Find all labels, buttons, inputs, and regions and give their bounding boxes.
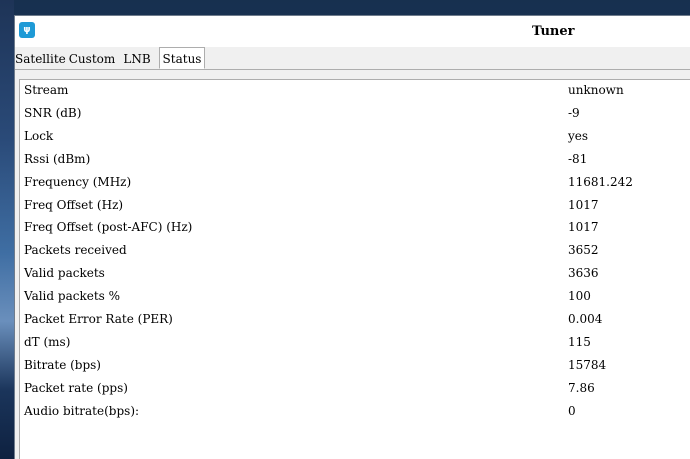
status-value: 15784 <box>568 358 607 372</box>
status-label: Packets received <box>24 243 127 257</box>
status-value: 7.86 <box>568 381 595 395</box>
tab-custom[interactable]: Custom <box>68 49 116 69</box>
tuner-window: ψ Tuner Satellite Custom LNB Status Stre… <box>14 15 690 459</box>
tab-satellite[interactable]: Satellite <box>15 49 66 69</box>
status-value: 3652 <box>568 243 599 257</box>
status-label: Lock <box>24 129 54 143</box>
status-label: Freq Offset (Hz) <box>24 198 124 212</box>
status-label: Rssi (dBm) <box>24 152 91 166</box>
status-row-packet-rate: Packet rate (pps) 7.86 <box>20 378 690 401</box>
status-label: Stream <box>24 83 69 97</box>
desktop-background <box>0 0 14 459</box>
status-row-freq-offset-post-afc: Freq Offset (post-AFC) (Hz) 1017 <box>20 217 690 240</box>
status-label: Freq Offset (post-AFC) (Hz) <box>24 220 193 234</box>
status-row-frequency: Frequency (MHz) 11681.242 <box>20 172 690 195</box>
window-title: Tuner <box>532 24 575 39</box>
status-value: unknown <box>568 83 624 97</box>
status-row-snr: SNR (dB) -9 <box>20 103 690 126</box>
status-label: dT (ms) <box>24 335 71 349</box>
status-label: Packet Error Rate (PER) <box>24 312 173 326</box>
tuner-app-icon: ψ <box>19 22 35 38</box>
status-label: Bitrate (bps) <box>24 358 101 372</box>
status-value: 1017 <box>568 198 599 212</box>
tab-lnb[interactable]: LNB <box>119 49 155 69</box>
status-label: Valid packets <box>24 266 105 280</box>
status-row-valid-packets: Valid packets 3636 <box>20 263 690 286</box>
status-value: 3636 <box>568 266 599 280</box>
status-value: -9 <box>568 106 580 120</box>
status-row-freq-offset: Freq Offset (Hz) 1017 <box>20 195 690 218</box>
status-label: Valid packets % <box>24 289 121 303</box>
status-label: Audio bitrate(bps): <box>24 404 140 418</box>
status-value: 0 <box>568 404 576 418</box>
status-row-lock: Lock yes <box>20 126 690 149</box>
status-row-bitrate: Bitrate (bps) 15784 <box>20 355 690 378</box>
status-label: Packet rate (pps) <box>24 381 128 395</box>
status-row-per: Packet Error Rate (PER) 0.004 <box>20 309 690 332</box>
status-value: 11681.242 <box>568 175 633 189</box>
status-row-audio-bitrate: Audio bitrate(bps): 0 <box>20 401 690 424</box>
status-row-valid-packets-percent: Valid packets % 100 <box>20 286 690 309</box>
tab-status[interactable]: Status <box>159 47 205 69</box>
status-value: 115 <box>568 335 591 349</box>
status-row-packets-received: Packets received 3652 <box>20 240 690 263</box>
tab-bar: Satellite Custom LNB Status <box>15 47 690 70</box>
status-label: SNR (dB) <box>24 106 82 120</box>
status-row-rssi: Rssi (dBm) -81 <box>20 149 690 172</box>
title-bar[interactable]: ψ Tuner <box>15 16 690 47</box>
status-value: 0.004 <box>568 312 603 326</box>
status-value: 100 <box>568 289 591 303</box>
status-row-dt: dT (ms) 115 <box>20 332 690 355</box>
status-row-stream: Stream unknown <box>20 80 690 103</box>
status-value: 1017 <box>568 220 599 234</box>
status-value: yes <box>568 129 589 143</box>
status-label: Frequency (MHz) <box>24 175 132 189</box>
status-panel: Stream unknown SNR (dB) -9 Lock yes Rssi… <box>19 79 690 459</box>
status-value: -81 <box>568 152 588 166</box>
